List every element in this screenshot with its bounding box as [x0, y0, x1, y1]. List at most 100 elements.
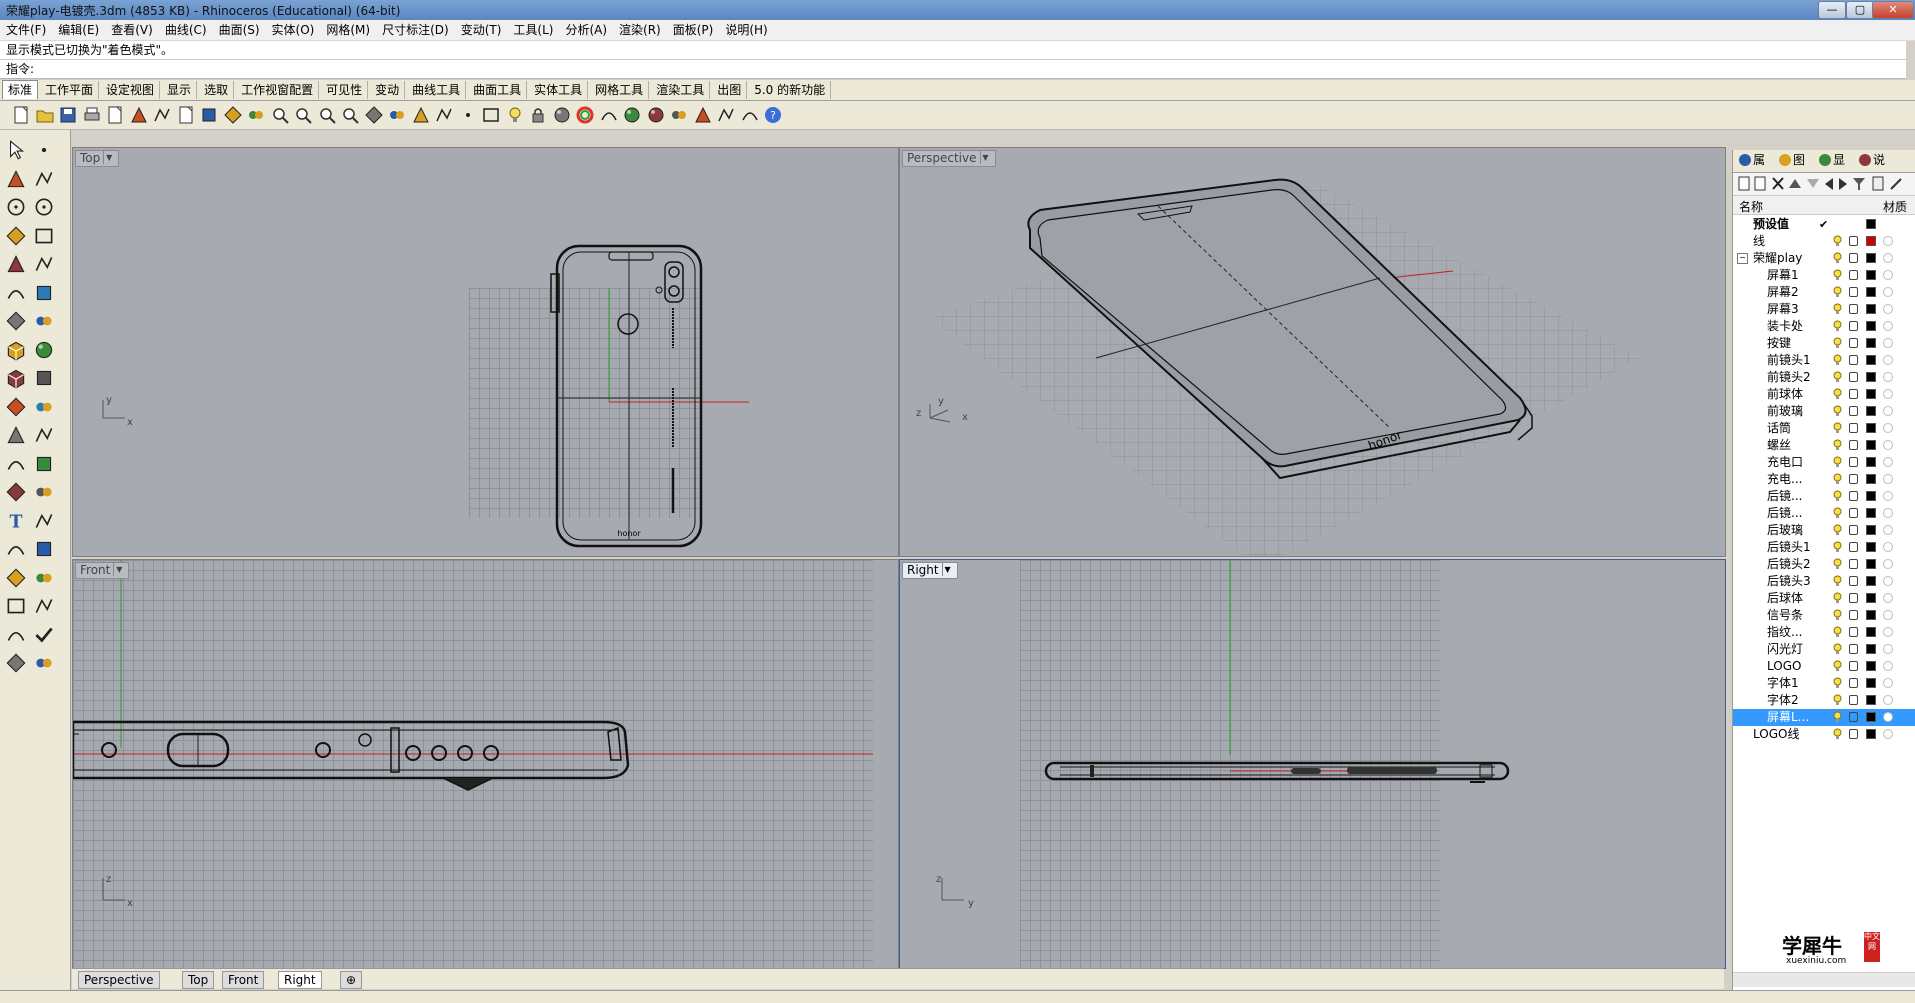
layer-color-swatch[interactable] — [1866, 678, 1876, 688]
layer-color-swatch[interactable] — [1866, 253, 1876, 263]
layer-row[interactable]: 后球体 — [1733, 590, 1915, 607]
visibility-bulb-icon[interactable] — [1833, 677, 1842, 689]
layer-row[interactable]: 螺丝 — [1733, 437, 1915, 454]
chevron-down-icon[interactable]: ▼ — [103, 151, 114, 164]
layer-row[interactable]: 后镜头2 — [1733, 556, 1915, 573]
copy-icon[interactable] — [151, 104, 173, 126]
add-viewport-tab-icon[interactable]: ⊕ — [340, 971, 363, 989]
unlock-icon[interactable] — [1849, 491, 1858, 501]
layer-icon[interactable] — [4, 623, 28, 647]
analysis-icon[interactable] — [32, 594, 56, 618]
layer-row[interactable]: 充电... — [1733, 471, 1915, 488]
menu-item-11[interactable]: 渲染(R) — [613, 20, 667, 39]
zoom-icon[interactable] — [269, 104, 291, 126]
rectangle-icon[interactable] — [32, 224, 56, 248]
toolbar-tab-1[interactable]: 工作平面 — [40, 81, 100, 99]
layer-row[interactable]: 前镜头1 — [1733, 352, 1915, 369]
layer-color-swatch[interactable] — [1866, 304, 1876, 314]
visibility-bulb-icon[interactable] — [1833, 269, 1842, 281]
material-swatch-icon[interactable] — [1883, 270, 1893, 280]
material-swatch-icon[interactable] — [1883, 304, 1893, 314]
select-icon[interactable] — [4, 138, 28, 162]
dimension-icon[interactable] — [32, 509, 56, 533]
layer-color-swatch[interactable] — [1866, 321, 1876, 331]
unlock-icon[interactable] — [1849, 508, 1858, 518]
free-curve-icon[interactable] — [32, 252, 56, 276]
visibility-bulb-icon[interactable] — [1833, 320, 1842, 332]
curve-icon[interactable] — [32, 167, 56, 191]
visibility-bulb-icon[interactable] — [1833, 575, 1842, 587]
tools-icon[interactable] — [692, 104, 714, 126]
layer-row[interactable]: 后镜... — [1733, 505, 1915, 522]
viewport-tab-top[interactable]: Top — [182, 971, 215, 989]
layer-color-swatch[interactable] — [1866, 729, 1876, 739]
split-icon[interactable] — [32, 423, 56, 447]
material-swatch-icon[interactable] — [1883, 559, 1893, 569]
layer-row[interactable]: 前球体 — [1733, 386, 1915, 403]
chevron-down-icon[interactable]: ▼ — [941, 563, 953, 576]
layer-row[interactable]: LOGO线 — [1733, 726, 1915, 743]
array-icon[interactable] — [4, 537, 28, 561]
text-icon[interactable]: T — [4, 509, 28, 533]
layer-color-swatch[interactable] — [1866, 610, 1876, 620]
render-icon[interactable] — [433, 104, 455, 126]
chevron-down-icon[interactable]: ▼ — [979, 151, 991, 164]
viewport-tab-right[interactable]: Right — [278, 971, 322, 989]
unlock-icon[interactable] — [1849, 559, 1858, 569]
material-swatch-icon[interactable] — [1883, 287, 1893, 297]
unlock-icon[interactable] — [1849, 287, 1858, 297]
layer-row[interactable]: 按键 — [1733, 335, 1915, 352]
toolbar-tab-11[interactable]: 网格工具 — [590, 81, 650, 99]
layer-row[interactable]: 充电口 — [1733, 454, 1915, 471]
visibility-bulb-icon[interactable] — [1833, 694, 1842, 706]
surface-icon[interactable] — [4, 309, 28, 333]
layer-row[interactable]: 后玻璃 — [1733, 522, 1915, 539]
layer-row[interactable]: 后镜头1 — [1733, 539, 1915, 556]
material-swatch-icon[interactable] — [1883, 457, 1893, 467]
unlock-icon[interactable] — [1849, 610, 1858, 620]
viewport-perspective[interactable]: honor z y x Perspective ▼ — [899, 147, 1726, 557]
layer-color-swatch[interactable] — [1866, 559, 1876, 569]
viewport-front[interactable]: z x Front ▼ — [72, 559, 899, 969]
group-icon[interactable] — [32, 452, 56, 476]
viewport-label-right[interactable]: Right ▼ — [902, 562, 958, 579]
visibility-bulb-icon[interactable] — [1833, 592, 1842, 604]
minimize-button[interactable]: — — [1818, 1, 1846, 19]
circle-icon[interactable] — [4, 195, 28, 219]
toolbar-tab-7[interactable]: 变动 — [370, 81, 406, 99]
arc-icon[interactable] — [4, 252, 28, 276]
menu-item-8[interactable]: 变动(T) — [455, 20, 508, 39]
layer-row[interactable]: 字体1 — [1733, 675, 1915, 692]
offset-icon[interactable] — [32, 281, 56, 305]
layer-row[interactable]: 预设值 ✔ — [1733, 216, 1915, 233]
layer-color-swatch[interactable] — [1866, 508, 1876, 518]
unlock-icon[interactable] — [1849, 423, 1858, 433]
menu-item-2[interactable]: 查看(V) — [105, 20, 159, 39]
visibility-bulb-icon[interactable] — [1833, 252, 1842, 264]
trim-icon[interactable] — [4, 423, 28, 447]
layer-row[interactable]: 屏幕1 — [1733, 267, 1915, 284]
new-file-icon[interactable] — [10, 104, 32, 126]
menu-item-5[interactable]: 实体(O) — [266, 20, 321, 39]
toolbar-tab-13[interactable]: 出图 — [712, 81, 748, 99]
layer-color-swatch[interactable] — [1866, 423, 1876, 433]
horizontal-scrollbar[interactable] — [1733, 972, 1915, 987]
layer-row[interactable]: LOGO — [1733, 658, 1915, 675]
shaded-sphere-icon[interactable] — [551, 104, 573, 126]
unlock-icon[interactable] — [1849, 236, 1858, 246]
color-wheel-icon[interactable] — [574, 104, 596, 126]
visibility-bulb-icon[interactable] — [1833, 643, 1842, 655]
visibility-bulb-icon[interactable] — [1833, 388, 1842, 400]
viewport-label-perspective[interactable]: Perspective ▼ — [902, 150, 996, 167]
environment-icon[interactable] — [668, 104, 690, 126]
pan-icon[interactable] — [222, 104, 244, 126]
layer-row[interactable]: 线 — [1733, 233, 1915, 250]
layer-color-swatch[interactable] — [1866, 372, 1876, 382]
panel-tab-3[interactable]: 说 — [1857, 152, 1887, 169]
material-swatch-icon[interactable] — [1883, 253, 1893, 263]
layer-row[interactable]: 屏幕2 — [1733, 284, 1915, 301]
material-swatch-icon[interactable] — [1883, 661, 1893, 671]
material-swatch-icon[interactable] — [1883, 627, 1893, 637]
material-swatch-icon[interactable] — [1883, 321, 1893, 331]
unlock-icon[interactable] — [1849, 695, 1858, 705]
